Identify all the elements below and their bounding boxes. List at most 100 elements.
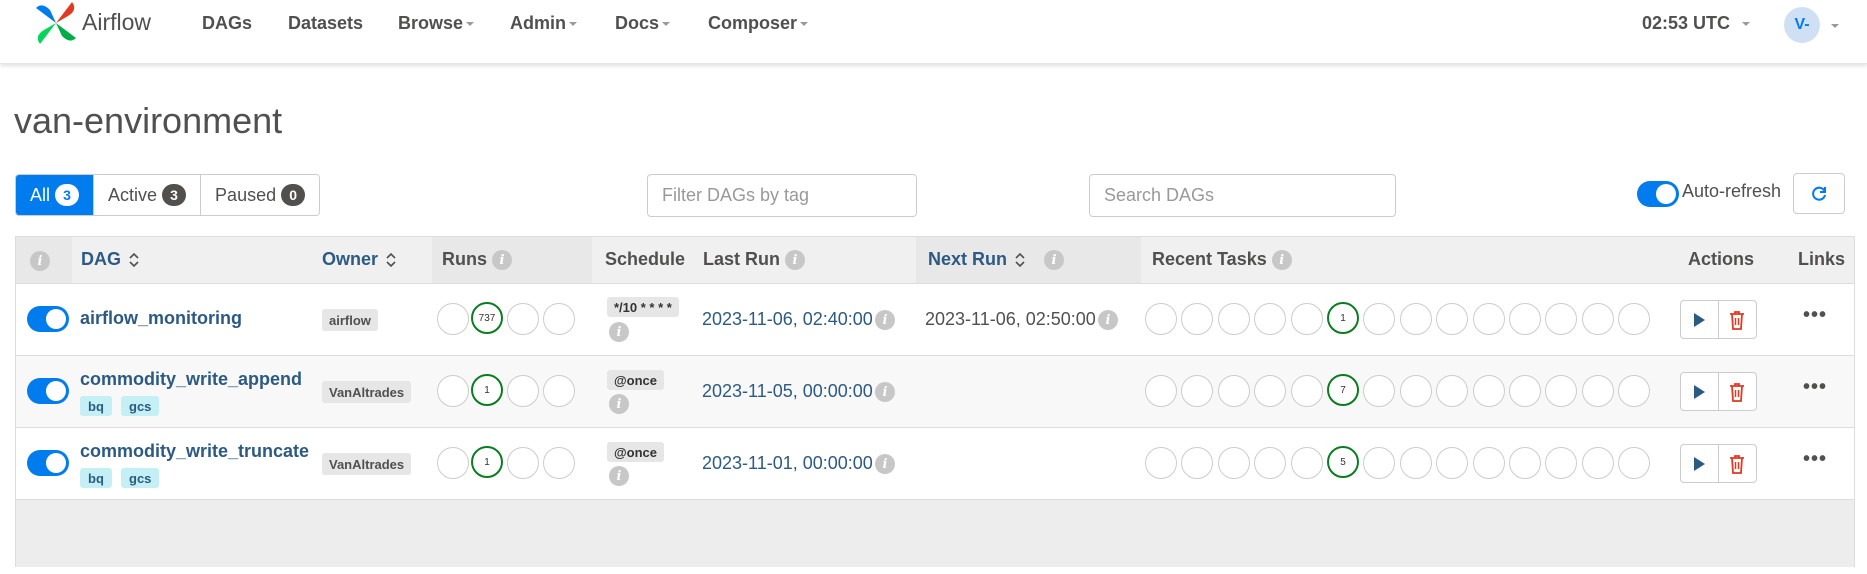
nav-browse-label: Browse — [398, 13, 464, 33]
last-run-link[interactable]: 2023-11-05, 00:00:00 — [702, 381, 873, 402]
delete-dag-button[interactable] — [1719, 445, 1757, 482]
dag-tag[interactable]: gcs — [121, 396, 160, 416]
trigger-dag-button[interactable] — [1681, 445, 1719, 482]
info-icon[interactable]: i — [609, 394, 629, 414]
runs-circle — [543, 447, 575, 479]
search-dags-input[interactable]: Search DAGs — [1089, 174, 1396, 217]
owner-badge[interactable]: VanAltrades — [322, 453, 412, 475]
dag-link[interactable]: airflow_monitoring — [80, 308, 242, 329]
dag-pause-toggle[interactable] — [27, 306, 69, 332]
filter-active-button[interactable]: Active 3 — [94, 175, 202, 215]
runs-circle — [543, 303, 575, 335]
refresh-button[interactable] — [1793, 173, 1845, 214]
recent-task-success-circle[interactable]: 7 — [1327, 374, 1359, 406]
recent-task-circle — [1472, 447, 1505, 479]
header-next-run-label: Next Run — [928, 249, 1008, 269]
last-run-link[interactable]: 2023-11-01, 00:00:00 — [702, 453, 873, 474]
last-run-link[interactable]: 2023-11-06, 02:40:00 — [702, 309, 873, 330]
delete-dag-button[interactable] — [1719, 373, 1757, 410]
runs-success-circle[interactable]: 1 — [471, 446, 503, 478]
more-icon[interactable]: ••• — [1803, 304, 1827, 327]
recent-task-circle — [1581, 447, 1614, 479]
recent-task-circle — [1618, 447, 1651, 479]
runs-circle — [507, 303, 539, 335]
table-row: commodity_write_append bq gcs VanAltrades 1 @… — [16, 355, 1854, 427]
recent-task-circle — [1217, 447, 1250, 479]
play-icon — [1694, 456, 1706, 471]
dag-tag[interactable]: bq — [80, 468, 112, 488]
info-icon[interactable]: i — [609, 466, 629, 486]
header-owner-label: Owner — [322, 249, 379, 269]
header-runs: Runs i — [442, 249, 513, 271]
recent-task-circle — [1509, 447, 1541, 479]
nav-dags[interactable]: DAGs — [202, 13, 252, 34]
dag-pause-toggle[interactable] — [27, 378, 69, 404]
header-schedule-label: Schedule — [605, 249, 686, 269]
nav-browse[interactable]: Browse — [398, 13, 475, 34]
chevron-down-icon — [1742, 22, 1751, 27]
recent-task-circle — [1472, 303, 1505, 335]
utc-time-menu[interactable]: 02:53 UTC — [1642, 13, 1751, 34]
header-owner[interactable]: Owner — [322, 249, 396, 270]
info-icon[interactable]: i — [875, 310, 895, 330]
trigger-dag-button[interactable] — [1681, 373, 1719, 410]
header-links: Links — [1798, 249, 1845, 270]
auto-refresh-toggle[interactable] — [1637, 181, 1679, 207]
dag-tag[interactable]: gcs — [121, 468, 160, 488]
nav-docs-label: Docs — [615, 13, 660, 33]
nav-admin[interactable]: Admin — [510, 13, 577, 34]
header-dag[interactable]: DAG — [81, 249, 139, 270]
recent-task-circle — [1618, 375, 1651, 407]
dag-link[interactable]: commodity_write_append — [80, 369, 302, 390]
schedule-badge: @once — [607, 442, 665, 462]
owner-badge[interactable]: VanAltrades — [322, 381, 412, 403]
dag-tag[interactable]: bq — [80, 396, 112, 416]
info-icon[interactable]: i — [609, 322, 629, 342]
brand[interactable]: Airflow — [32, 0, 151, 46]
info-icon: i — [492, 250, 513, 271]
status-filter-group: All 3 Active 3 Paused 0 — [15, 174, 321, 216]
user-avatar[interactable]: V- — [1784, 7, 1820, 43]
info-icon[interactable]: i — [875, 454, 895, 474]
more-icon[interactable]: ••• — [1803, 448, 1827, 471]
recent-task-circle — [1181, 303, 1214, 335]
header-links-label: Links — [1798, 249, 1846, 269]
recent-task-success-circle[interactable]: 5 — [1327, 446, 1359, 478]
nav-composer[interactable]: Composer — [708, 13, 809, 34]
header-dag-label: DAG — [81, 249, 121, 269]
nav-datasets[interactable]: Datasets — [288, 13, 363, 34]
recent-task-success-circle[interactable]: 1 — [1327, 302, 1359, 334]
recent-task-circle — [1363, 375, 1396, 407]
recent-task-circle — [1363, 303, 1396, 335]
delete-dag-button[interactable] — [1719, 301, 1757, 338]
filter-paused-button[interactable]: Paused 0 — [201, 175, 320, 215]
recent-task-circle — [1145, 375, 1177, 407]
recent-task-circle — [1254, 303, 1287, 335]
runs-success-circle[interactable]: 737 — [471, 302, 503, 334]
play-icon — [1694, 384, 1706, 399]
nav-docs[interactable]: Docs — [615, 13, 671, 34]
recent-task-circle — [1217, 303, 1250, 335]
tag-filter-input[interactable]: Filter DAGs by tag — [647, 174, 917, 217]
recent-task-circle — [1436, 303, 1469, 335]
trigger-dag-button[interactable] — [1681, 301, 1719, 338]
next-run-value: 2023-11-06, 02:50:00 — [925, 309, 1096, 329]
dag-link[interactable]: commodity_write_truncate — [80, 441, 309, 462]
chevron-down-icon — [569, 22, 577, 27]
runs-success-circle[interactable]: 1 — [471, 374, 503, 406]
recent-task-circle — [1217, 375, 1250, 407]
filter-paused-label: Paused — [215, 184, 277, 205]
recent-task-circle — [1254, 375, 1287, 407]
more-icon[interactable]: ••• — [1803, 376, 1827, 399]
sort-icon — [129, 253, 139, 268]
header-next-run[interactable]: Next Run i — [928, 249, 1065, 271]
table-header: i DAG Owner Runs i Schedule Last Run i N… — [16, 237, 1854, 283]
owner-badge[interactable]: airflow — [322, 309, 378, 331]
chevron-down-icon[interactable] — [1831, 24, 1839, 28]
filter-all-button[interactable]: All 3 — [16, 175, 95, 215]
info-icon[interactable]: i — [875, 382, 895, 402]
info-icon: i — [1044, 250, 1065, 271]
dag-pause-toggle[interactable] — [27, 450, 69, 476]
info-icon[interactable]: i — [1098, 310, 1118, 330]
header-schedule: Schedule — [605, 249, 685, 270]
